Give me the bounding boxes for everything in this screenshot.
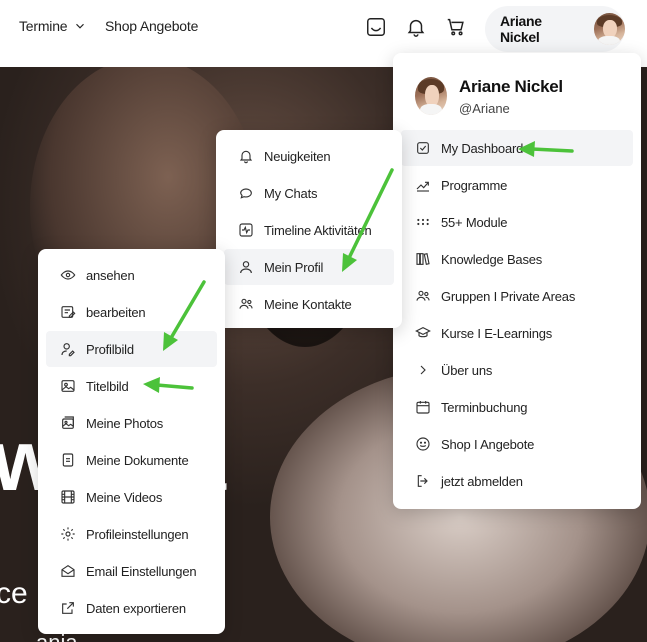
action-item-email-einstellungen[interactable]: Email Einstellungen bbox=[46, 553, 217, 589]
menu-item-programme[interactable]: Programme bbox=[401, 167, 633, 203]
photos-icon bbox=[60, 415, 76, 431]
action-item-label: Profilbild bbox=[86, 341, 134, 357]
profile-submenu: Neuigkeiten My Chats Timeline Aktivitäte… bbox=[216, 130, 402, 328]
contacts-icon bbox=[238, 296, 254, 312]
nav-termine-label: Termine bbox=[19, 18, 68, 34]
action-item-bearbeiten[interactable]: bearbeiten bbox=[46, 294, 217, 330]
action-item-meine-videos[interactable]: Meine Videos bbox=[46, 479, 217, 515]
action-item-label: Meine Videos bbox=[86, 489, 163, 505]
chevron-right-icon bbox=[415, 362, 431, 378]
menu-item-label: Gruppen I Private Areas bbox=[441, 288, 576, 304]
gear-icon bbox=[60, 526, 76, 542]
menu-item-label: Shop I Angebote bbox=[441, 436, 535, 452]
export-icon bbox=[60, 600, 76, 616]
action-item-label: Meine Dokumente bbox=[86, 452, 189, 468]
profile-name: Ariane Nickel bbox=[459, 77, 563, 96]
profile-dropdown-menu: Ariane Nickel @Ariane My Dashboard Progr… bbox=[393, 53, 641, 509]
menu-item-terminbuchung[interactable]: Terminbuchung bbox=[401, 389, 633, 425]
activity-icon bbox=[238, 222, 254, 238]
profile-actions-menu: ansehen bearbeiten Profilbild Titelbild … bbox=[38, 249, 225, 634]
action-item-label: bearbeiten bbox=[86, 304, 146, 320]
submenu-item-kontakte[interactable]: Meine Kontakte bbox=[224, 286, 394, 322]
bell-icon bbox=[238, 148, 254, 164]
action-item-meine-photos[interactable]: Meine Photos bbox=[46, 405, 217, 441]
nav-termine[interactable]: Termine bbox=[19, 18, 87, 34]
trending-up-icon bbox=[415, 177, 431, 193]
action-item-label: ansehen bbox=[86, 267, 135, 283]
avatar bbox=[593, 13, 625, 45]
check-square-icon bbox=[415, 140, 431, 156]
image-icon bbox=[60, 378, 76, 394]
action-item-label: Profileinstellungen bbox=[86, 526, 189, 542]
document-icon bbox=[60, 452, 76, 468]
chat-icon bbox=[238, 185, 254, 201]
graduation-cap-icon bbox=[415, 325, 431, 341]
menu-item-logout[interactable]: jetzt abmelden bbox=[401, 463, 633, 499]
cart-icon[interactable] bbox=[445, 16, 469, 40]
submenu-item-neuigkeiten[interactable]: Neuigkeiten bbox=[224, 138, 394, 174]
menu-item-knowledge-bases[interactable]: Knowledge Bases bbox=[401, 241, 633, 277]
submenu-item-mein-profil[interactable]: Mein Profil bbox=[224, 249, 394, 285]
menu-item-label: 55+ Module bbox=[441, 214, 508, 230]
action-item-ansehen[interactable]: ansehen bbox=[46, 257, 217, 293]
submenu-item-timeline[interactable]: Timeline Aktivitäten bbox=[224, 212, 394, 248]
action-item-label: Daten exportieren bbox=[86, 600, 186, 616]
calendar-icon bbox=[415, 399, 431, 415]
action-item-label: Meine Photos bbox=[86, 415, 164, 431]
submenu-item-label: Neuigkeiten bbox=[264, 148, 331, 164]
action-item-daten-exportieren[interactable]: Daten exportieren bbox=[46, 590, 217, 626]
hero-subline: ce bbox=[0, 577, 28, 610]
menu-item-shop[interactable]: Shop I Angebote bbox=[401, 426, 633, 462]
submenu-item-label: Mein Profil bbox=[264, 259, 324, 275]
avatar bbox=[415, 77, 447, 115]
menu-item-kurse[interactable]: Kurse I E-Learnings bbox=[401, 315, 633, 351]
chevron-down-icon bbox=[73, 19, 87, 33]
action-item-label: Email Einstellungen bbox=[86, 563, 197, 579]
users-icon bbox=[415, 288, 431, 304]
grid-dots-icon bbox=[415, 214, 431, 230]
submenu-item-my-chats[interactable]: My Chats bbox=[224, 175, 394, 211]
profile-header: Ariane Nickel @Ariane bbox=[415, 75, 563, 116]
nav-shop-angebote[interactable]: Shop Angebote bbox=[105, 18, 198, 34]
envelope-open-icon bbox=[60, 563, 76, 579]
menu-item-ueber-uns[interactable]: Über uns bbox=[401, 352, 633, 388]
menu-item-label: My Dashboard bbox=[441, 140, 524, 156]
user-menu-toggle[interactable]: Ariane Nickel bbox=[485, 6, 625, 52]
nav-shop-label: Shop Angebote bbox=[105, 18, 199, 34]
menu-item-label: jetzt abmelden bbox=[441, 473, 523, 489]
bell-icon[interactable] bbox=[405, 16, 429, 40]
submenu-item-label: Meine Kontakte bbox=[264, 296, 352, 312]
menu-item-label: Knowledge Bases bbox=[441, 251, 543, 267]
books-icon bbox=[415, 251, 431, 267]
menu-item-my-dashboard[interactable]: My Dashboard bbox=[401, 130, 633, 166]
action-item-label: Titelbild bbox=[86, 378, 129, 394]
submenu-item-label: Timeline Aktivitäten bbox=[264, 222, 372, 238]
user-icon bbox=[238, 259, 254, 275]
menu-item-label: Über uns bbox=[441, 362, 493, 378]
action-item-profileinstellungen[interactable]: Profileinstellungen bbox=[46, 516, 217, 552]
profile-handle: @Ariane bbox=[459, 101, 510, 116]
user-name: Ariane Nickel bbox=[500, 13, 542, 45]
submenu-item-label: My Chats bbox=[264, 185, 318, 201]
action-item-profilbild[interactable]: Profilbild bbox=[46, 331, 217, 367]
menu-item-label: Terminbuchung bbox=[441, 399, 528, 415]
action-item-titelbild[interactable]: Titelbild bbox=[46, 368, 217, 404]
user-edit-icon bbox=[60, 341, 76, 357]
edit-icon bbox=[60, 304, 76, 320]
logout-icon bbox=[415, 473, 431, 489]
menu-item-label: Programme bbox=[441, 177, 508, 193]
menu-item-label: Kurse I E-Learnings bbox=[441, 325, 553, 341]
menu-item-gruppen[interactable]: Gruppen I Private Areas bbox=[401, 278, 633, 314]
inbox-icon[interactable] bbox=[365, 16, 389, 40]
smile-icon bbox=[415, 436, 431, 452]
action-item-meine-dokumente[interactable]: Meine Dokumente bbox=[46, 442, 217, 478]
menu-item-module[interactable]: 55+ Module bbox=[401, 204, 633, 240]
film-icon bbox=[60, 489, 76, 505]
eye-icon bbox=[60, 267, 76, 283]
